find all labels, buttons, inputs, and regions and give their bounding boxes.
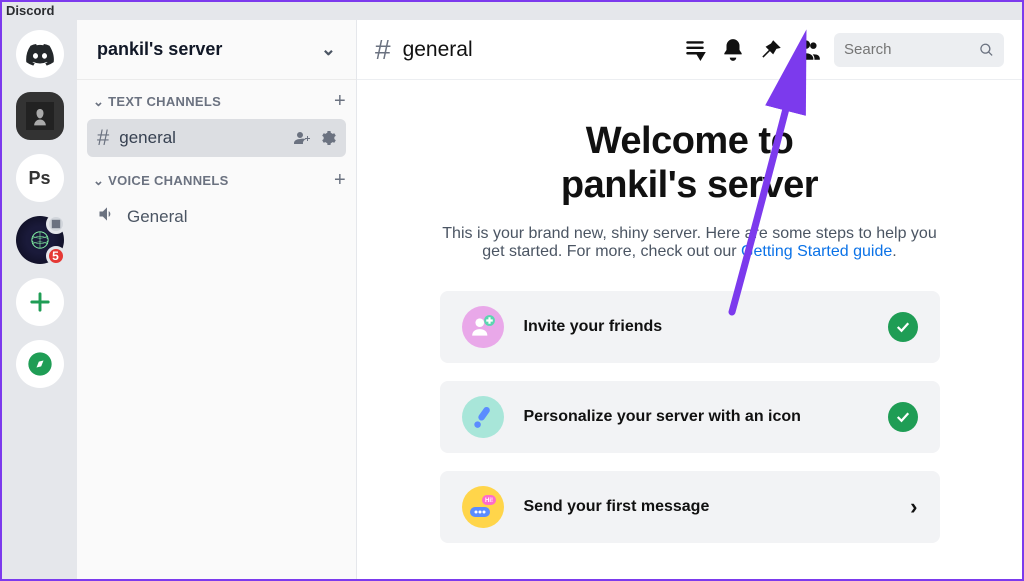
main-panel: # general Welcome to pankil's server Thi… [357, 20, 1022, 579]
chevron-down-icon: ⌄ [93, 94, 108, 109]
card-personalize-server[interactable]: Personalize your server with an icon [440, 381, 940, 453]
card-send-first-message[interactable]: Hi! Send your first message › [440, 471, 940, 543]
card-label: Send your first message [524, 498, 710, 516]
hash-icon: # [97, 125, 109, 151]
topbar-channel-name: general [403, 38, 473, 62]
window-title: Discord [2, 2, 1022, 20]
message-icon: Hi! [462, 486, 504, 528]
direct-messages-button[interactable] [16, 30, 64, 78]
welcome-title: Welcome to pankil's server [377, 120, 1002, 207]
check-icon [888, 312, 918, 342]
svg-text:Hi!: Hi! [485, 498, 493, 504]
text-channels-label: TEXT CHANNELS [108, 94, 221, 109]
pin-icon[interactable] [758, 37, 784, 63]
voice-channels-header[interactable]: ⌄ VOICE CHANNELS + [77, 159, 356, 196]
bell-icon[interactable] [720, 37, 746, 63]
card-label: Personalize your server with an icon [524, 408, 801, 426]
welcome-subtitle: This is your brand new, shiny server. He… [430, 225, 950, 261]
status-indicator-icon [46, 214, 66, 234]
personalize-icon [462, 396, 504, 438]
channel-sidebar: pankil's server ⌄ ⌄ TEXT CHANNELS + # ge… [77, 20, 357, 579]
add-voice-channel-button[interactable]: + [334, 169, 346, 192]
server-fifa[interactable]: 5 [16, 216, 64, 264]
create-invite-icon[interactable] [294, 130, 310, 146]
getting-started-link[interactable]: Getting Started guide [741, 243, 892, 260]
server-ps[interactable]: Ps [16, 154, 64, 202]
search-input[interactable] [844, 41, 971, 58]
channel-general[interactable]: # general [87, 119, 346, 157]
add-text-channel-button[interactable]: + [334, 90, 346, 113]
discord-logo-icon [26, 40, 54, 68]
invite-icon [462, 306, 504, 348]
server-ps-label: Ps [28, 168, 50, 189]
server-rail: Ps 5 [2, 20, 77, 579]
welcome-content: Welcome to pankil's server This is your … [357, 80, 1022, 579]
card-invite-friends[interactable]: Invite your friends [440, 291, 940, 363]
server-name: pankil's server [97, 39, 222, 60]
avatar-placeholder-icon [26, 102, 54, 130]
server-avatar-1[interactable] [16, 92, 64, 140]
threads-icon[interactable] [682, 37, 708, 63]
search-icon [979, 41, 994, 59]
hash-icon: # [375, 34, 391, 66]
card-label: Invite your friends [524, 318, 663, 336]
text-channels-header[interactable]: ⌄ TEXT CHANNELS + [77, 80, 356, 117]
channel-topbar: # general [357, 20, 1022, 80]
gear-icon[interactable] [320, 130, 336, 146]
voice-channel-general[interactable]: General [87, 198, 346, 235]
notification-badge: 5 [46, 246, 66, 266]
chevron-right-icon: › [910, 494, 917, 520]
voice-channel-name: General [127, 207, 187, 227]
compass-icon [26, 350, 54, 378]
chevron-down-icon: ⌄ [93, 173, 108, 188]
chevron-down-icon: ⌄ [321, 39, 336, 60]
add-server-button[interactable] [16, 278, 64, 326]
plus-icon [26, 288, 54, 316]
voice-channels-label: VOICE CHANNELS [108, 173, 229, 188]
explore-button[interactable] [16, 340, 64, 388]
speaker-icon [97, 204, 117, 229]
server-header[interactable]: pankil's server ⌄ [77, 20, 356, 80]
channel-name: general [119, 128, 176, 148]
members-icon[interactable] [796, 37, 822, 63]
search-box[interactable] [834, 33, 1004, 67]
check-icon [888, 402, 918, 432]
